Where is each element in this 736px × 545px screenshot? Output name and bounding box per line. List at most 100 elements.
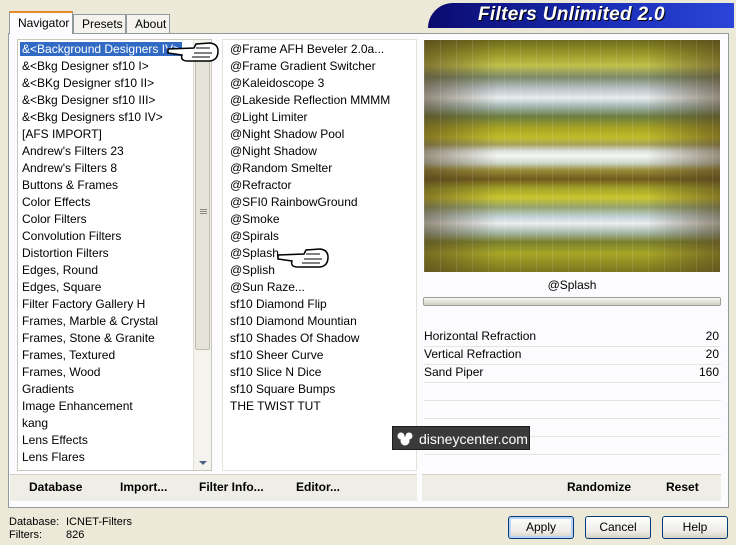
category-label: Color Filters [22, 212, 87, 226]
help-button[interactable]: Help [662, 516, 728, 539]
filter-item[interactable]: @Lakeside Reflection MMMM [223, 92, 416, 109]
filter-item[interactable]: sf10 Shades Of Shadow [223, 330, 416, 347]
filter-item[interactable]: @Smoke [223, 211, 416, 228]
database-name: ICNET-Filters [66, 516, 132, 528]
randomize-button[interactable]: Randomize [567, 480, 631, 494]
category-item[interactable]: Gradients [18, 381, 211, 398]
category-item[interactable]: Image Enhancement [18, 398, 211, 415]
category-label: kang [22, 416, 49, 430]
filter-item[interactable]: @Sun Raze... [223, 279, 416, 296]
cancel-button[interactable]: Cancel [585, 516, 651, 539]
scrollbar-thumb[interactable] [195, 58, 210, 350]
category-item[interactable]: Distortion Filters [18, 245, 211, 262]
category-item[interactable]: Frames, Wood [18, 364, 211, 381]
filter-label: @Light Limiter [230, 110, 308, 124]
category-label: &<Background Designers IV> [20, 42, 183, 56]
filter-label: sf10 Sheer Curve [230, 348, 324, 362]
filter-item[interactable]: @Spirals [223, 228, 416, 245]
filter-item[interactable]: @Night Shadow Pool [223, 126, 416, 143]
preview-slider[interactable] [423, 297, 721, 306]
category-label: &<BKg Designer sf10 II> [22, 76, 155, 90]
filter-label: @SFI0 RainbowGround [230, 195, 358, 209]
filter-label: THE TWIST TUT [230, 399, 321, 413]
banner-title: Filters Unlimited 2.0 [478, 4, 665, 25]
filter-item[interactable]: @Refractor [223, 177, 416, 194]
param-name: Horizontal Refraction [424, 329, 537, 343]
database-button[interactable]: Database [29, 480, 82, 494]
filter-item[interactable]: @SFI0 RainbowGround [223, 194, 416, 211]
category-item[interactable]: [AFS IMPORT] [18, 126, 211, 143]
apply-button[interactable]: Apply [508, 516, 574, 539]
category-item[interactable]: Frames, Textured [18, 347, 211, 364]
category-item[interactable]: Filter Factory Gallery H [18, 296, 211, 313]
filters-count: 826 [66, 529, 85, 541]
filter-item[interactable]: sf10 Sheer Curve [223, 347, 416, 364]
mouse-ears-icon [397, 432, 413, 446]
tab-about[interactable]: About [126, 14, 170, 33]
category-list[interactable]: &<Background Designers IV> &<Bkg Designer… [17, 39, 212, 471]
filter-label: @Sun Raze... [230, 280, 305, 294]
param-horizontal-refraction[interactable]: Horizontal Refraction 20 [424, 328, 721, 345]
category-item[interactable]: Andrew's Filters 8 [18, 160, 211, 177]
import-button[interactable]: Import... [120, 480, 167, 494]
param-value: 20 [705, 347, 719, 361]
category-item[interactable]: Buttons & Frames [18, 177, 211, 194]
category-label: Frames, Marble & Crystal [22, 314, 159, 328]
category-item[interactable]: Color Effects [18, 194, 211, 211]
category-label: Edges, Round [22, 263, 99, 277]
filters-status: Filters: [9, 529, 42, 542]
category-label: Edges, Square [22, 280, 102, 294]
filter-preview-image [424, 40, 720, 272]
filter-item[interactable]: THE TWIST TUT [223, 398, 416, 415]
filter-item[interactable]: sf10 Diamond Flip [223, 296, 416, 313]
filter-item[interactable]: @Kaleidoscope 3 [223, 75, 416, 92]
category-item[interactable]: Andrew's Filters 23 [18, 143, 211, 160]
filter-label: @Random Smelter [230, 161, 333, 175]
pointing-hand-icon [277, 248, 329, 268]
filter-label: @Night Shadow Pool [230, 127, 345, 141]
filter-item[interactable]: @Frame Gradient Switcher [223, 58, 416, 75]
tab-presets[interactable]: Presets [73, 14, 126, 33]
category-item[interactable]: Edges, Square [18, 279, 211, 296]
filter-item[interactable]: @Frame AFH Beveler 2.0a... [223, 41, 416, 58]
category-item[interactable]: Frames, Stone & Granite [18, 330, 211, 347]
filter-label: @Splish [230, 263, 275, 277]
category-label: Frames, Wood [22, 365, 101, 379]
category-item[interactable]: &<BKg Designer sf10 II> [18, 75, 211, 92]
reset-button[interactable]: Reset [666, 480, 699, 494]
scroll-down-icon[interactable] [199, 461, 207, 465]
category-item[interactable]: Frames, Marble & Crystal [18, 313, 211, 330]
watermark-text: disneycenter.com [419, 431, 528, 447]
filter-item[interactable]: sf10 Diamond Mountian [223, 313, 416, 330]
editor-button[interactable]: Editor... [296, 480, 340, 494]
filter-info-button[interactable]: Filter Info... [199, 480, 264, 494]
param-name: Vertical Refraction [424, 347, 522, 361]
filter-item[interactable]: @Night Shadow [223, 143, 416, 160]
category-item[interactable]: &<Bkg Designer sf10 III> [18, 92, 211, 109]
filter-item[interactable]: sf10 Slice N Dice [223, 364, 416, 381]
category-item[interactable]: Convolution Filters [18, 228, 211, 245]
watermark: disneycenter.com [392, 426, 530, 450]
category-item[interactable]: Edges, Round [18, 262, 211, 279]
category-item[interactable]: &<Bkg Designers sf10 IV> [18, 109, 211, 126]
param-value: 160 [698, 365, 719, 379]
param-vertical-refraction[interactable]: Vertical Refraction 20 [424, 346, 721, 363]
category-item[interactable]: Lens Flares [18, 449, 211, 466]
tab-navigator[interactable]: Navigator [9, 11, 73, 34]
category-item[interactable]: Lens Effects [18, 432, 211, 449]
filter-item[interactable]: @Random Smelter [223, 160, 416, 177]
filter-item[interactable]: sf10 Square Bumps [223, 381, 416, 398]
category-item[interactable]: Color Filters [18, 211, 211, 228]
param-sand-piper[interactable]: Sand Piper 160 [424, 364, 721, 381]
filter-label: @Lakeside Reflection MMMM [230, 93, 391, 107]
category-label: Frames, Stone & Granite [22, 331, 155, 345]
filter-label: sf10 Diamond Mountian [230, 314, 357, 328]
category-scrollbar[interactable] [193, 40, 211, 470]
category-label: Lens Flares [22, 450, 85, 464]
status-label: Database: [9, 516, 60, 528]
filter-item[interactable]: @Light Limiter [223, 109, 416, 126]
category-label: Distortion Filters [22, 246, 109, 260]
filter-label: sf10 Square Bumps [230, 382, 336, 396]
category-item[interactable]: kang [18, 415, 211, 432]
filter-label: @Frame AFH Beveler 2.0a... [230, 42, 385, 56]
